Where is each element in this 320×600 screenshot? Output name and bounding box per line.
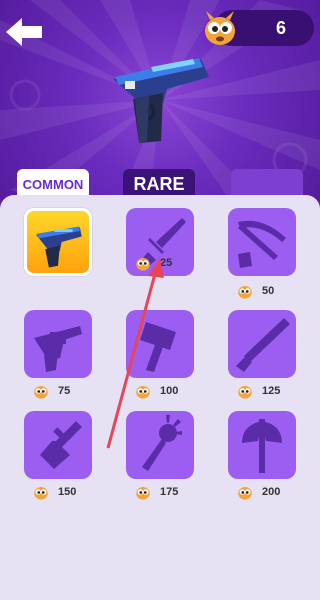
item-price: 75 <box>58 385 71 397</box>
price-row: 25 <box>134 253 172 273</box>
item-tile-mace[interactable] <box>126 411 194 479</box>
price-row: 125 <box>236 381 280 401</box>
battle-axe-icon <box>242 419 282 473</box>
back-button[interactable] <box>4 14 44 50</box>
back-arrow-icon <box>6 18 42 46</box>
item-price: 125 <box>262 385 281 397</box>
item-tile-crossbow[interactable] <box>228 208 296 276</box>
shotgun-icon <box>236 318 290 372</box>
currency-amount: 6 <box>275 18 286 38</box>
mascot-coin-icon <box>34 487 48 500</box>
item-tile-shotgun[interactable] <box>228 310 296 378</box>
price-row: 175 <box>134 482 178 502</box>
mascot-coin-icon <box>238 286 252 299</box>
hammer-icon <box>140 322 176 372</box>
mace-icon <box>142 415 182 471</box>
mascot-coin-icon <box>238 487 252 500</box>
item-price: 100 <box>160 385 179 397</box>
mascot-coin-icon <box>205 11 235 45</box>
price-row: 200 <box>236 482 280 502</box>
finger-gun-icon <box>40 421 82 469</box>
price-row: 50 <box>236 281 274 301</box>
price-row: 100 <box>134 381 178 401</box>
mascot-coin-icon <box>136 386 150 399</box>
mascot-coin-icon <box>34 386 48 399</box>
mascot-coin-icon <box>136 487 150 500</box>
item-tile-battle-axe[interactable] <box>228 411 296 479</box>
price-row: 75 <box>32 381 70 401</box>
crossbow-icon <box>238 220 286 268</box>
pistol-icon <box>36 226 82 268</box>
mascot-coin-icon <box>136 258 150 271</box>
item-tile-hammer[interactable] <box>126 310 194 378</box>
item-tile-pistol[interactable] <box>24 208 92 276</box>
currency-counter: 6 <box>205 10 314 46</box>
item-tile-revolver[interactable] <box>24 310 92 378</box>
item-tile-finger-gun[interactable] <box>24 411 92 479</box>
item-price: 150 <box>58 486 77 498</box>
item-price: 200 <box>262 486 281 498</box>
item-price: 50 <box>262 285 275 297</box>
item-price: 175 <box>160 486 179 498</box>
item-price: 25 <box>160 257 173 269</box>
mascot-coin-icon <box>238 386 252 399</box>
selected-pistol-preview <box>113 58 209 143</box>
price-row: 150 <box>32 482 76 502</box>
revolver-icon <box>34 326 82 372</box>
